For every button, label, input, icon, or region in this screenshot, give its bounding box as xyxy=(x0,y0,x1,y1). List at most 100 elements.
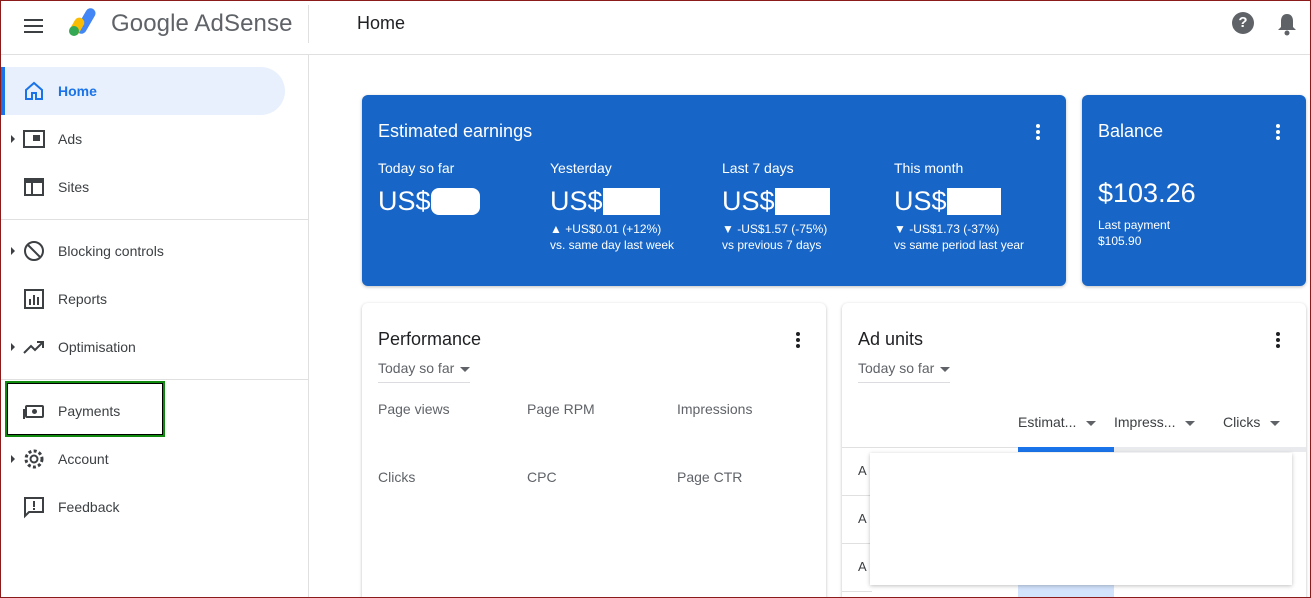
sidebar-item-label: Feedback xyxy=(58,499,120,515)
metric-yesterday[interactable]: Yesterday US$ ▲ +US$0.01 (+12%) vs. same … xyxy=(550,160,674,253)
redacted-value xyxy=(602,188,660,215)
sidebar-item-sites[interactable]: Sites xyxy=(0,163,285,211)
sidebar-item-payments[interactable]: Payments xyxy=(0,387,285,435)
ad-units-card: Ad units Today so far Estimat... Impress… xyxy=(842,303,1306,598)
more-options-icon[interactable] xyxy=(1275,123,1281,141)
sidebar-item-optimisation[interactable]: Optimisation xyxy=(0,323,285,371)
loading-overlay-panel xyxy=(870,453,1292,585)
estimated-earnings-card: Estimated earnings Today so far US$ Yest… xyxy=(362,95,1066,286)
card-title: Estimated earnings xyxy=(378,121,533,141)
metric-change: ▼ -US$1.73 (-37%) vs same period last yea… xyxy=(894,222,1025,252)
adsense-logo-icon xyxy=(69,8,96,36)
metric-value: US$ xyxy=(894,186,1024,217)
header-divider xyxy=(308,5,309,43)
last-payment-amount: $105.90 xyxy=(1098,234,1142,248)
card-title: Ad units xyxy=(858,329,924,349)
brand-name[interactable]: Google AdSense xyxy=(111,10,293,38)
perf-metric-clicks[interactable]: Clicks xyxy=(378,469,415,485)
top-app-bar: Google AdSense Home ? xyxy=(0,0,1311,55)
sidebar-item-reports[interactable]: Reports xyxy=(0,275,285,323)
sidebar-item-label: Blocking controls xyxy=(58,243,164,259)
reports-icon xyxy=(24,289,44,309)
block-icon xyxy=(24,241,44,261)
more-options-icon[interactable] xyxy=(795,331,801,349)
nav-divider xyxy=(0,379,309,380)
metric-label: Today so far xyxy=(378,160,455,176)
perf-metric-page-rpm[interactable]: Page RPM xyxy=(527,401,595,417)
selected-column-indicator xyxy=(1018,447,1114,452)
sidebar-item-label: Ads xyxy=(58,131,83,147)
table-row[interactable]: A xyxy=(858,463,867,478)
expand-caret-icon[interactable] xyxy=(11,247,15,255)
redacted-value xyxy=(774,188,830,215)
redacted-value xyxy=(946,188,1001,215)
metric-value: US$ xyxy=(722,186,830,217)
expand-caret-icon[interactable] xyxy=(11,455,15,463)
table-row[interactable]: A xyxy=(858,511,867,526)
sidebar-item-account[interactable]: Account xyxy=(0,435,285,483)
metric-this-month[interactable]: This month US$ ▼ -US$1.73 (-37%) vs same … xyxy=(894,160,1024,253)
more-options-icon[interactable] xyxy=(1035,123,1041,141)
sidebar-item-label: Reports xyxy=(58,291,108,307)
hamburger-menu-icon[interactable] xyxy=(24,15,46,33)
metric-change: ▲ +US$0.01 (+12%) vs. same day last week xyxy=(550,222,675,252)
trending-up-icon xyxy=(23,341,44,354)
sidebar-nav: Home Ads Sites Blocking controls Reports… xyxy=(0,55,309,598)
notifications-bell-icon[interactable] xyxy=(1276,12,1298,36)
sidebar-item-blocking-controls[interactable]: Blocking controls xyxy=(0,227,285,275)
perf-metric-cpc[interactable]: CPC xyxy=(527,469,557,485)
column-header-estimated[interactable]: Estimat... xyxy=(1018,414,1097,430)
home-icon xyxy=(25,81,43,100)
sites-icon xyxy=(24,178,44,196)
row-divider xyxy=(842,495,872,496)
card-title: Performance xyxy=(378,329,482,349)
perf-metric-impressions[interactable]: Impressions xyxy=(677,401,752,417)
row-divider xyxy=(842,543,872,544)
expand-caret-icon[interactable] xyxy=(11,343,15,351)
sort-arrow-icon xyxy=(1185,420,1196,426)
sidebar-item-label: Sites xyxy=(58,179,90,195)
performance-card: Performance Today so far Page views Page… xyxy=(362,303,826,598)
sidebar-item-label: Payments xyxy=(58,403,121,419)
expand-caret-icon[interactable] xyxy=(11,135,15,143)
redacted-value xyxy=(430,188,480,215)
metric-value: US$ xyxy=(550,186,674,217)
date-range-dropdown[interactable]: Today so far xyxy=(378,360,471,383)
metric-last-7-days[interactable]: Last 7 days US$ ▼ -US$1.57 (-75%) vs prev… xyxy=(722,160,830,253)
row-divider xyxy=(842,591,872,592)
metric-label: Last 7 days xyxy=(722,160,794,176)
sidebar-item-label: Account xyxy=(58,451,109,467)
metric-label: This month xyxy=(894,160,964,176)
metric-label: Yesterday xyxy=(550,160,612,176)
help-icon[interactable]: ? xyxy=(1232,12,1254,34)
metric-change: ▼ -US$1.57 (-75%) vs previous 7 days xyxy=(722,222,828,252)
sidebar-item-ads[interactable]: Ads xyxy=(0,115,285,163)
dropdown-arrow-icon xyxy=(940,366,951,372)
sidebar-item-label: Home xyxy=(58,83,97,99)
gear-icon xyxy=(24,449,44,469)
ads-icon xyxy=(23,130,45,148)
balance-card: Balance $103.26 Last payment $105.90 xyxy=(1082,95,1306,286)
last-payment-label: Last payment xyxy=(1098,218,1171,232)
perf-metric-page-ctr[interactable]: Page CTR xyxy=(677,469,742,485)
perf-metric-page-views[interactable]: Page views xyxy=(378,401,450,417)
date-range-dropdown[interactable]: Today so far xyxy=(858,360,951,383)
page-title: Home xyxy=(357,13,406,33)
card-title: Balance xyxy=(1098,121,1164,141)
sort-arrow-icon xyxy=(1270,420,1281,426)
column-header-impressions[interactable]: Impress... xyxy=(1114,414,1196,430)
column-header-clicks[interactable]: Clicks xyxy=(1223,414,1281,430)
metric-value: US$ xyxy=(378,186,480,217)
dropdown-arrow-icon xyxy=(460,366,471,372)
sidebar-item-home[interactable]: Home xyxy=(0,67,285,115)
sidebar-item-label: Optimisation xyxy=(58,339,136,355)
payments-icon xyxy=(23,405,44,419)
balance-amount: $103.26 xyxy=(1098,178,1196,208)
more-options-icon[interactable] xyxy=(1275,331,1281,349)
metric-today[interactable]: Today so far US$ xyxy=(378,160,480,217)
table-row[interactable]: A xyxy=(858,559,867,574)
feedback-icon xyxy=(24,497,44,519)
sidebar-item-feedback[interactable]: Feedback xyxy=(0,483,285,531)
column-indicator-track xyxy=(1114,447,1306,452)
sort-arrow-icon xyxy=(1086,420,1097,426)
